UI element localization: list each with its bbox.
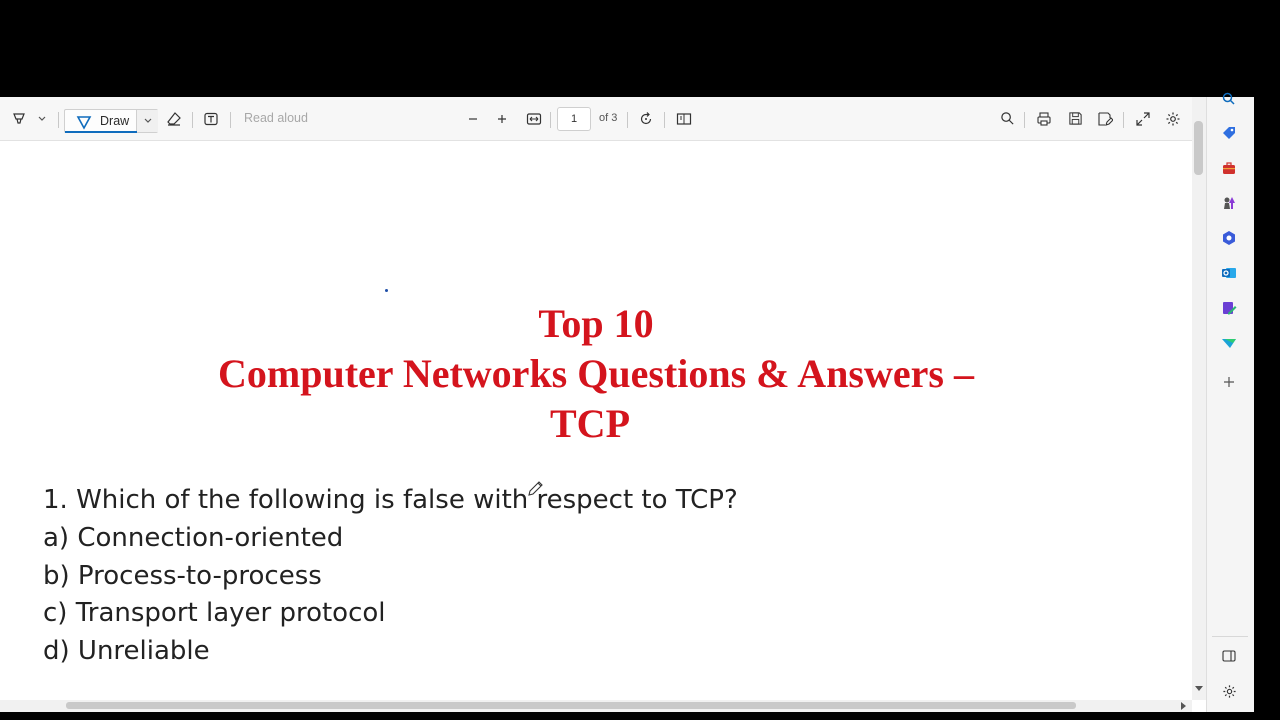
toolbar-divider: [664, 112, 665, 128]
panel-icon[interactable]: [1217, 644, 1241, 668]
settings-icon[interactable]: [1217, 679, 1241, 703]
tag-icon[interactable]: [1217, 121, 1241, 145]
toolbar-divider: [627, 112, 628, 128]
maps-icon[interactable]: [1217, 331, 1241, 355]
print-icon[interactable]: [1034, 97, 1054, 140]
pdf-viewer: Draw Read aloud 1 of 3 Top 10 Computer N…: [0, 97, 1206, 712]
save-icon[interactable]: [1065, 97, 1085, 140]
chevron-down-icon[interactable]: [34, 97, 50, 140]
tools-icon[interactable]: [1217, 296, 1241, 320]
chess-icon[interactable]: [1217, 191, 1241, 215]
toolbar-divider: [1024, 112, 1025, 128]
document-title-line-2: Computer Networks Questions & Answers –: [218, 351, 974, 396]
edge-sidebar: [1206, 97, 1255, 712]
sidebar-divider: [1212, 636, 1248, 637]
draw-active-indicator: [65, 131, 137, 133]
horizontal-scroll-thumb[interactable]: [66, 702, 1076, 709]
search-icon[interactable]: [1217, 87, 1241, 111]
draw-button[interactable]: Draw: [64, 109, 158, 133]
page-total: of 3: [599, 112, 618, 124]
text-box-icon[interactable]: [201, 97, 221, 140]
answer-option: b) Process-to-process: [43, 561, 322, 591]
page-number-input[interactable]: 1: [557, 107, 591, 131]
document-title-line-3: TCP: [550, 401, 630, 446]
fit-width-icon[interactable]: [523, 97, 545, 140]
settings-gear-icon[interactable]: [1163, 97, 1183, 140]
fullscreen-icon[interactable]: [1133, 97, 1153, 140]
vertical-scrollbar[interactable]: [1192, 97, 1206, 700]
document-title-line-1: Top 10: [538, 301, 654, 346]
zoom-out-icon[interactable]: [464, 97, 482, 140]
answer-option: d) Unreliable: [43, 636, 210, 666]
pdf-page: Top 10 Computer Networks Questions & Ans…: [0, 141, 1192, 696]
black-letterbox-right: [1254, 97, 1280, 720]
draw-options-chevron-icon[interactable]: [136, 110, 158, 132]
toolbar-divider: [550, 112, 551, 128]
pdf-toolbar: Draw Read aloud 1 of 3: [0, 97, 1192, 141]
scroll-down-icon[interactable]: [1192, 682, 1206, 696]
copilot-icon[interactable]: [1217, 226, 1241, 250]
vertical-scroll-thumb[interactable]: [1194, 121, 1203, 175]
black-letterbox-top: [0, 0, 1280, 97]
search-icon[interactable]: [997, 97, 1017, 140]
eraser-icon[interactable]: [164, 97, 184, 140]
scroll-right-icon[interactable]: [1178, 700, 1190, 712]
save-as-icon[interactable]: [1095, 97, 1115, 140]
answer-option: a) Connection-oriented: [43, 523, 344, 553]
toolbar-divider: [230, 112, 231, 128]
draw-label: Draw: [100, 114, 130, 128]
toolbar-divider: [192, 112, 193, 128]
briefcase-icon[interactable]: [1217, 156, 1241, 180]
outlook-icon[interactable]: [1217, 261, 1241, 285]
pen-icon: [75, 100, 93, 143]
pencil-cursor-icon: [527, 479, 545, 502]
toolbar-divider: [1123, 112, 1124, 128]
question-text: 1. Which of the following is false with …: [43, 485, 738, 515]
add-icon[interactable]: [1217, 370, 1241, 394]
ink-dot: [385, 289, 388, 292]
highlight-icon[interactable]: [8, 97, 30, 140]
zoom-in-icon[interactable]: [493, 97, 511, 140]
toolbar-divider: [58, 112, 59, 128]
page-view-icon[interactable]: [673, 97, 695, 140]
answer-option: c) Transport layer protocol: [43, 598, 386, 628]
rotate-icon[interactable]: [636, 97, 656, 140]
read-aloud-button[interactable]: Read aloud: [244, 111, 308, 125]
